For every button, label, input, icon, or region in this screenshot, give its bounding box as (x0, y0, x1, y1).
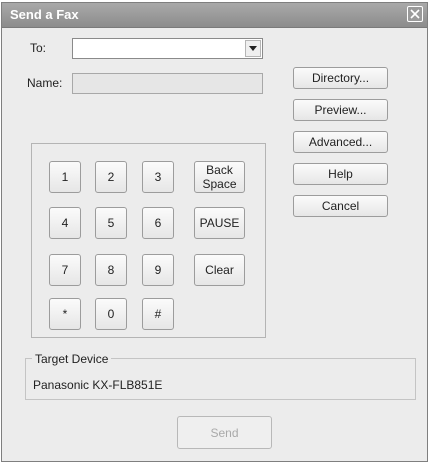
backspace-label-line1: Back (206, 163, 233, 177)
key-3[interactable]: 3 (142, 161, 174, 193)
chevron-down-icon (249, 46, 257, 51)
key-1[interactable]: 1 (49, 161, 81, 193)
preview-button[interactable]: Preview... (293, 99, 388, 121)
target-device-value: Panasonic KX-FLB851E (33, 378, 163, 392)
title-bar: Send a Fax (2, 3, 427, 28)
name-label: Name: (27, 76, 63, 90)
key-star[interactable]: * (49, 298, 81, 330)
name-field (72, 73, 263, 94)
pause-button[interactable]: PAUSE (194, 207, 245, 239)
close-icon (410, 9, 420, 19)
backspace-label-line2: Space (202, 177, 237, 191)
key-9[interactable]: 9 (142, 254, 174, 286)
help-button[interactable]: Help (293, 163, 388, 185)
target-device-label: Target Device (32, 352, 112, 366)
key-0[interactable]: 0 (95, 298, 127, 330)
advanced-button[interactable]: Advanced... (293, 131, 388, 153)
key-8[interactable]: 8 (95, 254, 127, 286)
cancel-button[interactable]: Cancel (293, 195, 388, 217)
key-6[interactable]: 6 (142, 207, 174, 239)
close-button[interactable] (407, 6, 423, 22)
to-label: To: (30, 41, 47, 55)
clear-button[interactable]: Clear (194, 254, 245, 286)
to-input[interactable] (74, 40, 250, 57)
to-combobox[interactable] (72, 38, 263, 59)
window-title: Send a Fax (10, 7, 79, 22)
key-4[interactable]: 4 (49, 207, 81, 239)
send-fax-dialog: Send a Fax To: Name: Directory... Previe… (1, 2, 428, 462)
backspace-button[interactable]: Back Space (194, 161, 245, 193)
key-7[interactable]: 7 (49, 254, 81, 286)
key-hash[interactable]: # (142, 298, 174, 330)
directory-button[interactable]: Directory... (293, 67, 388, 89)
key-5[interactable]: 5 (95, 207, 127, 239)
send-button[interactable]: Send (177, 416, 272, 449)
to-dropdown-button[interactable] (245, 40, 261, 57)
key-2[interactable]: 2 (95, 161, 127, 193)
